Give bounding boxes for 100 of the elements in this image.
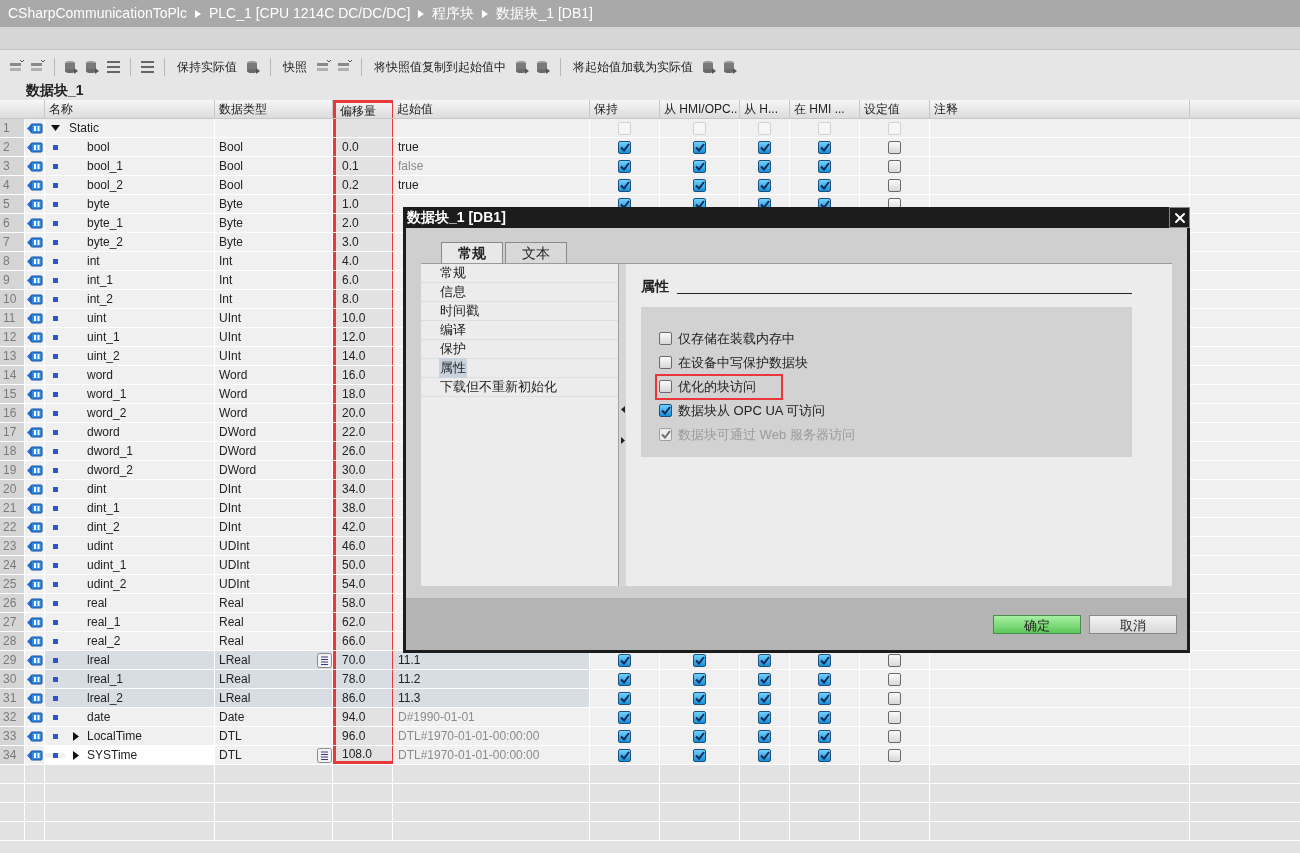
checkbox[interactable] bbox=[818, 672, 831, 686]
expand-icon[interactable] bbox=[73, 731, 79, 741]
checkbox[interactable] bbox=[758, 691, 771, 705]
nav-item[interactable]: 保护 bbox=[439, 339, 467, 359]
checkbox[interactable] bbox=[758, 672, 771, 686]
checkbox[interactable] bbox=[818, 140, 831, 154]
close-button[interactable] bbox=[1169, 207, 1190, 228]
checkbox[interactable] bbox=[618, 748, 631, 762]
list-icon[interactable] bbox=[317, 652, 332, 668]
nav-item[interactable]: 编译 bbox=[439, 320, 467, 340]
column-header[interactable]: 名称 bbox=[45, 100, 215, 118]
checkbox[interactable] bbox=[888, 178, 901, 192]
type-text: DWord bbox=[219, 424, 257, 441]
column-header[interactable]: 数据类型 bbox=[215, 100, 333, 118]
checkbox[interactable] bbox=[888, 729, 901, 743]
checkbox[interactable] bbox=[888, 653, 901, 667]
list-icon[interactable] bbox=[105, 59, 122, 75]
checkbox[interactable] bbox=[758, 178, 771, 192]
checkbox[interactable] bbox=[693, 729, 706, 743]
checkbox[interactable] bbox=[888, 140, 901, 154]
list-icon[interactable] bbox=[139, 59, 156, 75]
checkbox[interactable] bbox=[618, 653, 631, 667]
table-cell[interactable]: SYSTime bbox=[45, 746, 215, 764]
column-header[interactable]: 从 HMI/OPC.. bbox=[660, 100, 740, 118]
name-text: uint_1 bbox=[87, 329, 120, 346]
database-icon[interactable] bbox=[245, 59, 262, 75]
nav-item[interactable]: 属性 bbox=[439, 358, 467, 378]
column-header[interactable]: 从 H... bbox=[740, 100, 790, 118]
checkbox[interactable] bbox=[659, 332, 672, 345]
checkbox[interactable] bbox=[818, 729, 831, 743]
checkbox[interactable] bbox=[818, 691, 831, 705]
expand-icon[interactable] bbox=[50, 125, 60, 131]
column-header[interactable]: 保持 bbox=[590, 100, 660, 118]
checkbox[interactable] bbox=[758, 729, 771, 743]
checkbox[interactable] bbox=[659, 356, 672, 369]
checkbox[interactable] bbox=[693, 159, 706, 173]
bullet-icon bbox=[52, 752, 58, 758]
checkbox[interactable] bbox=[693, 178, 706, 192]
nav-item[interactable]: 常规 bbox=[439, 263, 467, 283]
expand-icon[interactable] bbox=[73, 750, 79, 760]
checkbox[interactable] bbox=[618, 159, 631, 173]
checkbox[interactable] bbox=[818, 159, 831, 173]
checkbox[interactable] bbox=[693, 691, 706, 705]
checkbox[interactable] bbox=[758, 710, 771, 724]
checkbox[interactable] bbox=[758, 748, 771, 762]
checkbox[interactable] bbox=[693, 710, 706, 724]
checkbox[interactable] bbox=[618, 691, 631, 705]
column-header[interactable]: 设定值 bbox=[860, 100, 930, 118]
database-icon[interactable] bbox=[63, 59, 80, 75]
checkbox[interactable] bbox=[618, 710, 631, 724]
checkbox[interactable] bbox=[818, 710, 831, 724]
checkbox[interactable] bbox=[818, 748, 831, 762]
checkbox[interactable] bbox=[888, 672, 901, 686]
checkbox[interactable] bbox=[818, 178, 831, 192]
checkbox[interactable] bbox=[659, 380, 672, 393]
dialog-button[interactable]: 确定 bbox=[993, 614, 1081, 634]
checkbox[interactable] bbox=[758, 140, 771, 154]
column-header[interactable]: 注释 bbox=[930, 100, 1190, 118]
checkbox[interactable] bbox=[659, 404, 672, 417]
collapse-left-icon[interactable] bbox=[620, 406, 625, 413]
checkbox[interactable] bbox=[818, 653, 831, 667]
list-icon[interactable] bbox=[317, 747, 332, 763]
checkbox[interactable] bbox=[758, 653, 771, 667]
checkbox[interactable] bbox=[888, 691, 901, 705]
column-header[interactable]: 起始值 bbox=[393, 100, 590, 118]
column-header[interactable]: 在 HMI ... bbox=[790, 100, 860, 118]
type-text: DWord bbox=[219, 443, 257, 460]
table-cell[interactable]: lreal_1 bbox=[45, 670, 215, 688]
database-icon[interactable] bbox=[535, 59, 552, 75]
dialog-tab[interactable]: 常规 bbox=[441, 242, 503, 263]
bullet-icon bbox=[52, 619, 58, 625]
database-icon[interactable] bbox=[701, 59, 718, 75]
checkbox[interactable] bbox=[888, 159, 901, 173]
checkbox[interactable] bbox=[618, 672, 631, 686]
table-cell[interactable]: lreal_2 bbox=[45, 689, 215, 707]
nav-item[interactable]: 信息 bbox=[439, 282, 467, 302]
database-icon[interactable] bbox=[722, 59, 739, 75]
toolbar-button[interactable]: 保持实际值 bbox=[173, 58, 241, 76]
checkbox[interactable] bbox=[618, 178, 631, 192]
checkbox[interactable] bbox=[618, 729, 631, 743]
expand-right-icon[interactable] bbox=[620, 437, 625, 444]
toolbar-button[interactable]: 快照 bbox=[279, 58, 311, 76]
database-icon[interactable] bbox=[514, 59, 531, 75]
checkbox[interactable] bbox=[888, 710, 901, 724]
checkbox[interactable] bbox=[888, 748, 901, 762]
table-cell[interactable]: lreal bbox=[45, 651, 215, 669]
database-icon[interactable] bbox=[84, 59, 101, 75]
checkbox[interactable] bbox=[758, 159, 771, 173]
dialog-tab[interactable]: 文本 bbox=[505, 242, 567, 263]
nav-item[interactable]: 时间戳 bbox=[439, 301, 480, 321]
bullet-icon bbox=[52, 258, 58, 264]
toolbar-button[interactable]: 将起始值加载为实际值 bbox=[569, 58, 697, 76]
nav-item[interactable]: 下载但不重新初始化 bbox=[439, 377, 558, 397]
checkbox[interactable] bbox=[693, 672, 706, 686]
checkbox[interactable] bbox=[618, 140, 631, 154]
checkbox[interactable] bbox=[693, 653, 706, 667]
dialog-button[interactable]: 取消 bbox=[1089, 614, 1177, 634]
checkbox[interactable] bbox=[693, 140, 706, 154]
checkbox[interactable] bbox=[693, 748, 706, 762]
toolbar-button[interactable]: 将快照值复制到起始值中 bbox=[370, 58, 510, 76]
